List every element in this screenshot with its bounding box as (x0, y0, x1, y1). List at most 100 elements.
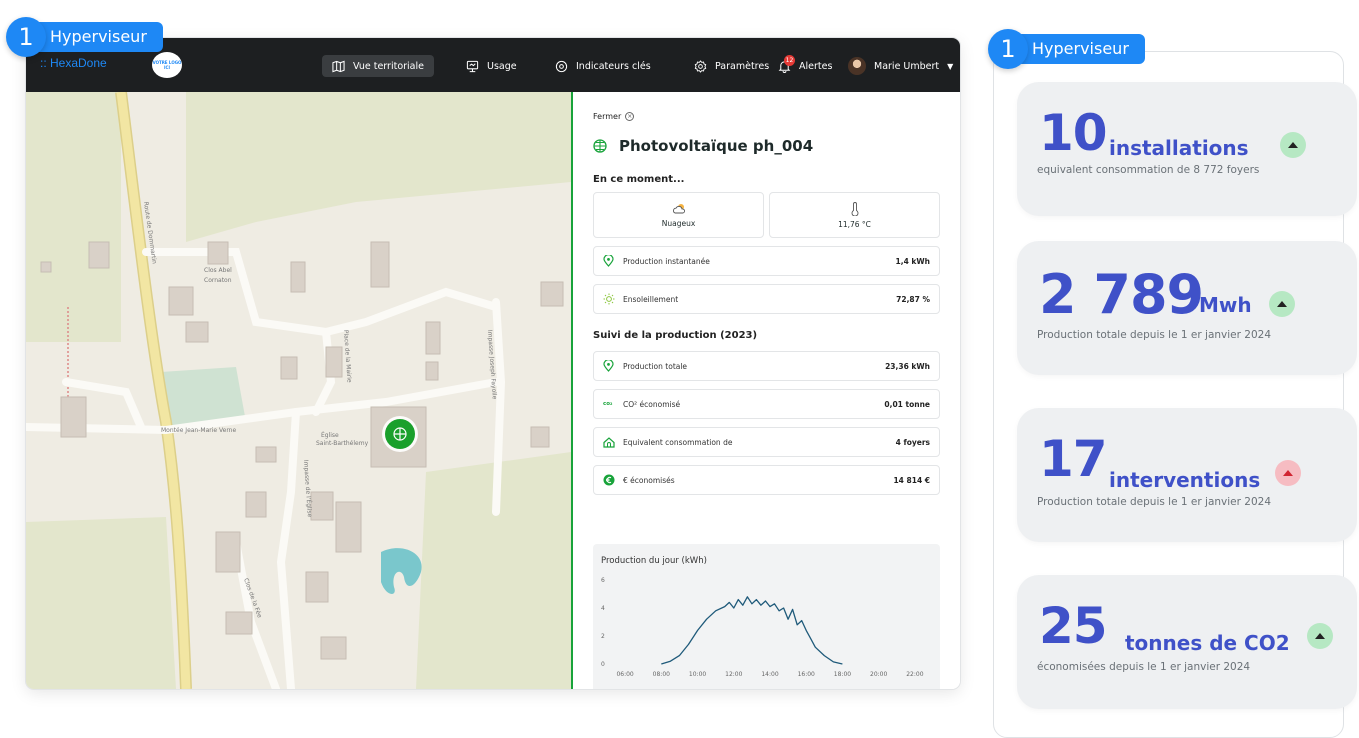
installation-name: Photovoltaïque ph_004 (619, 137, 814, 155)
gear-icon (694, 59, 707, 73)
avatar (848, 57, 866, 75)
territory-map[interactable]: Clos Abel Cornaton Montée Jean-Marie Ver… (26, 92, 571, 689)
kpi-value: 2 789 (1039, 263, 1204, 326)
map-label-impasse-eglise: Impasse de l'Église (302, 460, 314, 518)
kpi-subtitle: économisées depuis le 1 er janvier 2024 (1037, 661, 1251, 673)
top-navbar: :: HexaDone VOTRE LOGO ICI Vue territori… (26, 38, 960, 92)
callout-number: 1 (988, 29, 1028, 69)
kpi-unit: tonnes de CO2 (1125, 631, 1290, 655)
close-label: Fermer (593, 112, 622, 121)
x-tick-label: 18:00 (834, 671, 851, 678)
nav-label: Paramètres (715, 60, 770, 72)
nav-parametres[interactable]: Paramètres (684, 55, 779, 77)
arrow-up-icon (1283, 470, 1293, 476)
ensoleillement-row: Ensoleillement 72,87 % (593, 284, 940, 314)
x-tick-label: 10:00 (689, 671, 706, 678)
equivalent-consommation-row: Equivalent consommation de 4 foyers (593, 427, 940, 457)
brand-name[interactable]: :: HexaDone (40, 56, 107, 70)
nav-usage[interactable]: Usage (456, 55, 527, 77)
x-tick-label: 16:00 (798, 671, 815, 678)
kpi-value: 25 (1039, 597, 1108, 655)
row-value: 14 814 € (893, 475, 930, 485)
solar-panel-icon (593, 139, 607, 153)
eye-icon (555, 60, 568, 72)
chart-canvas: 0 2 4 6 06:00 08:00 10:00 12:00 14:00 16:00 18:00 2… (601, 577, 924, 678)
solar-panel-marker[interactable] (382, 416, 418, 452)
y-tick-label: 6 (601, 577, 605, 584)
row-value: 4 foyers (895, 437, 930, 447)
row-value: 72,87 % (896, 294, 930, 304)
arrow-up-icon (1277, 301, 1287, 307)
kpi-value: 10 (1039, 104, 1108, 162)
co2-economise-row: co₂ CO² économisé 0,01 tonne (593, 389, 940, 419)
production-totale-row: Production totale 23,36 kWh (593, 351, 940, 381)
kpi-value: 17 (1039, 430, 1108, 488)
solar-panel-icon (393, 427, 407, 441)
row-label: Production instantanée (623, 256, 710, 266)
y-tick-label: 0 (601, 661, 605, 668)
map-label-place-mairie: Place de la Mairie (342, 330, 353, 384)
row-label: € économisés (623, 475, 675, 485)
row-value: 0,01 tonne (884, 399, 930, 409)
production-series-line (661, 596, 843, 665)
user-menu[interactable]: Marie Umbert ▼ (838, 55, 960, 77)
kpi-co2: 25 tonnes de CO2 économisées depuis le 1… (1017, 575, 1357, 709)
kpi-unit: Mwh (1199, 293, 1252, 317)
kpi-subtitle: equivalent consommation de 8 772 foyers (1037, 164, 1260, 176)
x-tick-label: 06:00 (616, 671, 633, 678)
x-tick-label: 22:00 (906, 671, 923, 678)
kpi-installations: 10 installations equivalent consommation… (1017, 82, 1357, 216)
map-icon (332, 60, 345, 72)
row-value: 23,36 kWh (885, 361, 930, 371)
trend-up-indicator (1269, 291, 1295, 317)
nav-indicateurs-cles[interactable]: Indicateurs clés (545, 55, 661, 77)
euro-icon (603, 474, 615, 486)
trend-up-indicator (1280, 132, 1306, 158)
location-pin-icon (603, 360, 614, 372)
trend-alert-indicator (1275, 460, 1301, 486)
nav-alertes[interactable]: 12 Alertes (768, 54, 842, 77)
x-tick-label: 08:00 (653, 671, 670, 678)
trend-up-indicator (1307, 623, 1333, 649)
nav-label: Indicateurs clés (576, 60, 651, 72)
tracking-section-title: Suivi de la production (2023) (593, 330, 758, 341)
x-tick-label: 12:00 (725, 671, 742, 678)
temperature-value: 11,76 °C (838, 219, 871, 229)
y-tick-label: 4 (601, 605, 605, 612)
location-pin-icon (603, 255, 614, 267)
hyperviseur-callout: 1 Hyperviseur (988, 29, 1145, 69)
sun-icon (603, 293, 615, 305)
nav-vue-territoriale[interactable]: Vue territoriale (322, 55, 434, 77)
y-tick-label: 2 (601, 633, 605, 640)
kpi-unit: interventions (1109, 468, 1261, 492)
nav-label: Usage (487, 60, 517, 72)
user-name: Marie Umbert (874, 60, 940, 72)
thermometer-icon (851, 201, 858, 216)
nav-label: Alertes (799, 60, 833, 72)
x-tick-label: 14:00 (761, 671, 778, 678)
map-label-clos-abel: Clos Abel (204, 267, 232, 274)
installation-title: Photovoltaïque ph_004 (593, 137, 813, 155)
row-label: Ensoleillement (623, 294, 679, 304)
kpi-subtitle: Production totale depuis le 1 er janvier… (1037, 329, 1271, 341)
weather-label: Nuageux (661, 218, 696, 228)
installation-detail-panel: Fermer × Photovoltaïque ph_004 En ce mom… (573, 92, 960, 689)
close-button[interactable]: Fermer × (593, 112, 635, 121)
kpi-subtitle: Production totale depuis le 1 er janvier… (1037, 496, 1271, 508)
cloud-icon (672, 203, 685, 213)
x-tick-label: 20:00 (870, 671, 887, 678)
arrow-up-icon (1315, 633, 1325, 639)
hyperviseur-callout: 1 Hyperviseur (6, 17, 163, 57)
daily-production-chart: Production du jour (kWh) 0 2 4 6 06:00 08:00 1… (593, 544, 940, 689)
map-label-cornaton: Cornaton (204, 277, 232, 284)
callout-number: 1 (6, 17, 46, 57)
weather-card: Nuageux (593, 192, 764, 238)
arrow-up-icon (1288, 142, 1298, 148)
close-icon: × (625, 112, 635, 121)
row-value: 1,4 kWh (895, 256, 931, 266)
map-canvas: Clos Abel Cornaton Montée Jean-Marie Ver… (26, 92, 571, 689)
caret-down-icon: ▼ (947, 61, 954, 71)
euros-economises-row: € économisés 14 814 € (593, 465, 940, 495)
temperature-card: 11,76 °C (769, 192, 940, 238)
row-label: CO² économisé (623, 399, 681, 409)
